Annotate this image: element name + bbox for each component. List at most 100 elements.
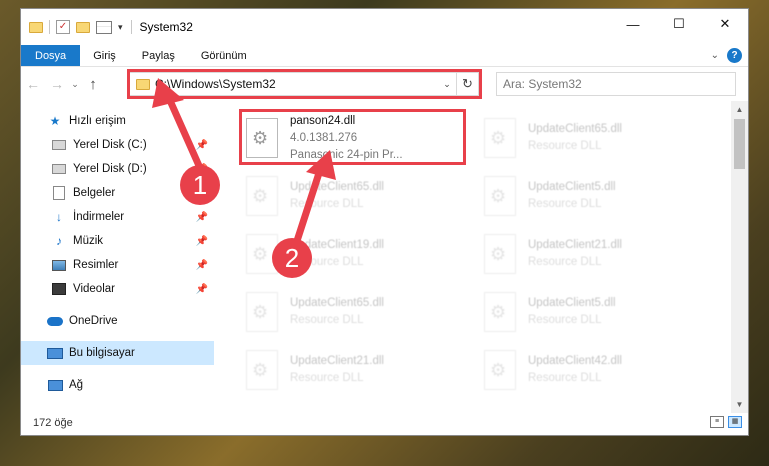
sidebar-item-label: Belgeler [73, 187, 116, 199]
status-bar: 172 öğe ≡ ▦ [21, 411, 748, 435]
help-icon[interactable]: ? [727, 48, 742, 63]
sidebar-item-videos[interactable]: Videolar 📌 [21, 277, 214, 301]
explorer-window: ✓ ▾ System32 — ☐ ✕ Dosya Giriş Paylaş Gö… [20, 8, 749, 436]
dll-file-icon: ⚙ [246, 350, 278, 390]
tab-file[interactable]: Dosya [21, 45, 81, 66]
star-icon: ★ [49, 114, 61, 128]
file-name: UpdateClient5.dll [528, 181, 616, 193]
file-item[interactable]: ⚙ UpdateClient65.dll Resource DLL [480, 111, 700, 165]
sidebar-item-label: Yerel Disk (C:) [73, 139, 147, 151]
sidebar-item-network[interactable]: Ağ [21, 373, 214, 397]
title-bar: ✓ ▾ System32 — ☐ ✕ [21, 9, 748, 45]
close-button[interactable]: ✕ [702, 9, 748, 39]
music-icon: ♪ [56, 234, 62, 248]
quick-access-toolbar: ✓ ▾ [29, 20, 123, 34]
address-highlight-box [127, 69, 482, 99]
sidebar-item-local-disk-c[interactable]: Yerel Disk (C:) 📌 [21, 133, 214, 157]
tab-home[interactable]: Giriş [80, 45, 129, 66]
sidebar-item-downloads[interactable]: ↓ İndirmeler 📌 [21, 205, 214, 229]
file-name: UpdateClient65.dll [290, 181, 384, 193]
divider [130, 20, 132, 34]
file-type: Resource DLL [528, 140, 602, 152]
file-item[interactable]: ⚙ UpdateClient65.dll Resource DLL [242, 285, 462, 339]
pin-icon[interactable]: 📌 [196, 260, 208, 271]
annotation-callout-1: 1 [180, 165, 220, 205]
minimize-button[interactable]: — [610, 9, 656, 39]
computer-icon [47, 345, 63, 361]
recent-locations-icon[interactable]: ⌄ [69, 79, 81, 90]
file-name: UpdateClient21.dll [290, 355, 384, 367]
folder-icon [29, 21, 43, 33]
file-type: Resource DLL [528, 198, 602, 210]
customize-toolbar-dropdown-icon[interactable]: ▾ [118, 22, 123, 33]
file-type: Resource DLL [290, 198, 364, 210]
dll-file-icon: ⚙ [484, 118, 516, 158]
new-folder-icon[interactable] [76, 21, 90, 33]
file-name: UpdateClient21.dll [528, 239, 622, 251]
sidebar-item-pictures[interactable]: Resimler 📌 [21, 253, 214, 277]
sidebar-item-label: Müzik [73, 235, 104, 247]
tab-view[interactable]: Görünüm [188, 45, 260, 66]
vertical-scrollbar[interactable]: ▲ ▼ [731, 101, 748, 413]
video-icon [51, 281, 67, 297]
sidebar-item-label: Bu bilgisayar [69, 347, 135, 359]
drive-icon [51, 137, 67, 153]
file-name: UpdateClient65.dll [290, 297, 384, 309]
sidebar-item-quick-access[interactable]: ★ Hızlı erişim [21, 109, 214, 133]
file-type: Resource DLL [528, 256, 602, 268]
download-icon: ↓ [56, 210, 62, 224]
window-title: System32 [139, 20, 193, 34]
file-item[interactable]: ⚙ UpdateClient65.dll Resource DLL [242, 169, 462, 223]
document-icon [51, 185, 67, 201]
file-highlight-box [239, 109, 466, 165]
sidebar-item-this-pc[interactable]: Bu bilgisayar [21, 341, 214, 365]
pin-icon[interactable]: 📌 [196, 140, 208, 151]
dll-file-icon: ⚙ [484, 350, 516, 390]
maximize-button[interactable]: ☐ [656, 9, 702, 39]
file-type: Resource DLL [528, 314, 602, 326]
pictures-icon [51, 257, 67, 273]
back-arrow-icon[interactable]: ← [21, 76, 45, 92]
dll-file-icon: ⚙ [484, 176, 516, 216]
sidebar-item-onedrive[interactable]: OneDrive [21, 309, 214, 333]
properties-check-icon[interactable]: ✓ [56, 20, 70, 34]
view-toggle: ≡ ▦ [710, 416, 742, 428]
window-controls: — ☐ ✕ [610, 9, 748, 39]
pin-icon[interactable]: 📌 [196, 212, 208, 223]
file-item[interactable]: ⚙ UpdateClient5.dll Resource DLL [480, 169, 700, 223]
file-type: Resource DLL [290, 372, 364, 384]
file-name: UpdateClient42.dll [528, 355, 622, 367]
file-type: Resource DLL [290, 314, 364, 326]
scroll-up-icon[interactable]: ▲ [731, 101, 748, 118]
file-item[interactable]: ⚙ UpdateClient21.dll Resource DLL [242, 343, 462, 397]
sidebar-item-label: İndirmeler [73, 211, 125, 223]
details-view-icon[interactable]: ≡ [710, 416, 724, 428]
tiles-view-icon[interactable]: ▦ [728, 416, 742, 428]
forward-arrow-icon[interactable]: → [45, 76, 69, 92]
properties-icon[interactable] [96, 20, 112, 34]
file-item[interactable]: ⚙ UpdateClient42.dll Resource DLL [480, 343, 700, 397]
search-input[interactable]: Ara: System32 [496, 72, 736, 96]
file-item[interactable]: ⚙ UpdateClient21.dll Resource DLL [480, 227, 700, 281]
navigation-bar: ← → ⌄ ↑ C:\Windows\System32 ⌄ ↻ Ara: Sys… [21, 67, 748, 101]
file-type: Resource DLL [528, 372, 602, 384]
divider [49, 20, 50, 34]
sidebar-item-label: Yerel Disk (D:) [73, 163, 147, 175]
dll-file-icon: ⚙ [246, 176, 278, 216]
file-item[interactable]: ⚙ UpdateClient5.dll Resource DLL [480, 285, 700, 339]
tab-share[interactable]: Paylaş [129, 45, 188, 66]
dll-file-icon: ⚙ [246, 292, 278, 332]
pin-icon[interactable]: 📌 [196, 284, 208, 295]
content-area: ★ Hızlı erişim Yerel Disk (C:) 📌 Yerel D… [21, 101, 748, 413]
pin-icon[interactable]: 📌 [196, 236, 208, 247]
network-icon [47, 377, 63, 393]
dll-file-icon: ⚙ [484, 292, 516, 332]
sidebar-item-music[interactable]: ♪ Müzik 📌 [21, 229, 214, 253]
expand-ribbon-chevron-icon[interactable]: ⌄ [711, 50, 719, 61]
scrollbar-thumb[interactable] [734, 119, 745, 169]
file-name: UpdateClient5.dll [528, 297, 616, 309]
sidebar-item-label: Ağ [69, 379, 84, 391]
dll-file-icon: ⚙ [484, 234, 516, 274]
sidebar-item-label: Videolar [73, 283, 115, 295]
up-arrow-icon[interactable]: ↑ [81, 76, 105, 93]
